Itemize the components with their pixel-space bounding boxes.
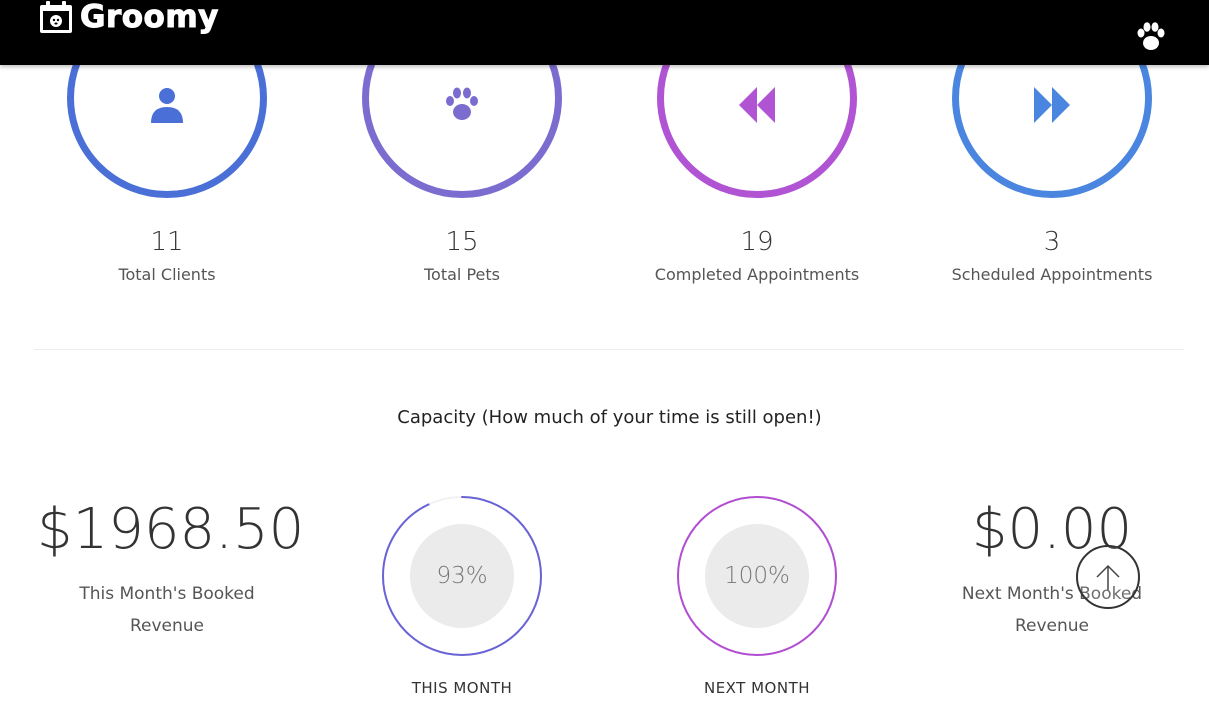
revenue-amount: $0.00	[971, 497, 1133, 562]
revenue-label-line2: Revenue	[129, 616, 205, 636]
top-navbar: Groomy	[0, 0, 1209, 65]
app-logo[interactable]: Groomy	[38, 0, 219, 36]
capacity-title: Capacity (How much of your time is still…	[397, 407, 822, 428]
stat-value: 3	[1043, 227, 1061, 257]
stat-value: 15	[445, 227, 479, 257]
capacity-gauge-next-month: 100%	[672, 491, 842, 661]
scroll-to-top-button[interactable]	[1076, 545, 1140, 609]
paw-icon	[446, 87, 478, 120]
calendar-dog-icon	[40, 1, 72, 33]
stat-value: 11	[150, 227, 184, 257]
stat-label: Completed Appointments	[654, 265, 860, 284]
revenue-label-line2: Revenue	[1014, 616, 1090, 636]
stat-label: Total Pets	[424, 265, 500, 284]
gauge-caption-next-month: NEXT MONTH	[703, 679, 811, 697]
gauge-caption-this-month: THIS MONTH	[411, 679, 513, 697]
rewind-icon	[739, 87, 775, 123]
stat-label: Total Clients	[118, 265, 216, 284]
stat-label: Scheduled Appointments	[951, 265, 1153, 284]
revenue-label-line1: This Month's Booked	[79, 584, 255, 604]
this-month-revenue: $1968.50 This Month's Booked Revenue	[37, 497, 305, 642]
arrow-up-icon	[1096, 564, 1120, 590]
gauge-percent: 100%	[705, 524, 809, 628]
paw-icon[interactable]	[1134, 21, 1168, 53]
section-divider	[34, 349, 1184, 350]
next-month-revenue: $0.00 Next Month's Booked Revenue	[922, 500, 1182, 642]
dashboard-page: Groomy 11 Total Clients 15 Total Pets 19…	[0, 0, 1209, 707]
capacity-gauge-this-month: 93%	[377, 491, 547, 661]
stat-value: 19	[740, 227, 774, 257]
revenue-label: This Month's Booked Revenue	[37, 578, 297, 642]
gauge-percent: 93%	[410, 524, 514, 628]
app-name: Groomy	[80, 0, 219, 36]
fast-forward-icon	[1034, 87, 1070, 123]
user-icon	[151, 88, 183, 123]
revenue-amount: $1968.50	[37, 497, 305, 562]
revenue-label: Next Month's Booked Revenue	[922, 578, 1182, 642]
